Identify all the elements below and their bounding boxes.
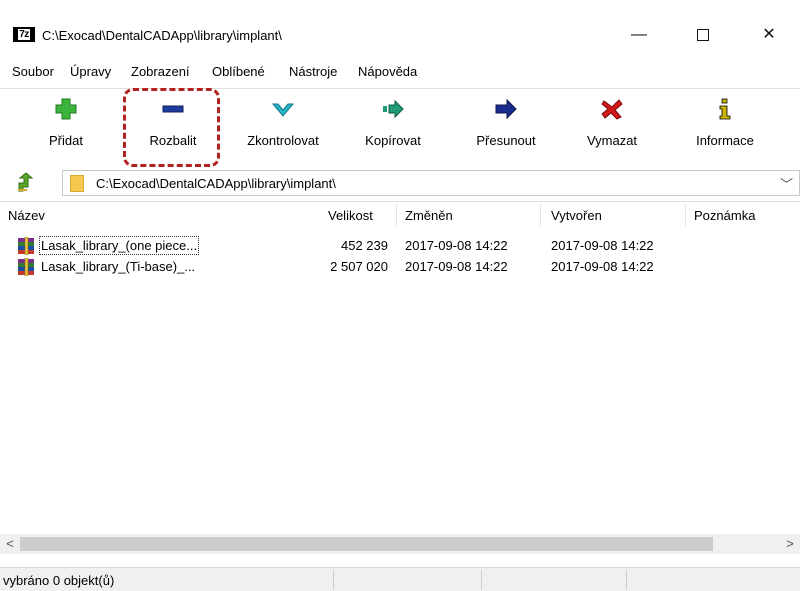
column-header-comment[interactable]: Poznámka [694,208,755,223]
file-row[interactable]: Lasak_library_(one piece... 452 239 2017… [0,236,690,257]
menu-item-upravy[interactable]: Úpravy [70,64,111,79]
info-button-label: Informace [696,133,754,148]
file-name: Lasak_library_(Ti-base)_... [41,259,196,274]
column-header-size[interactable]: Velikost [328,208,373,223]
folder-icon [70,175,84,192]
status-bar: vybráno 0 objekt(ů) [0,567,800,591]
file-created: 2017-09-08 14:22 [551,238,654,253]
maximize-icon [697,28,709,41]
close-button[interactable]: ✕ [746,20,792,50]
info-button[interactable]: Informace [678,89,772,157]
column-divider[interactable] [396,204,397,226]
extract-highlight-annotation [123,88,220,167]
delete-icon [601,99,623,120]
add-button[interactable]: Přidat [36,89,96,157]
address-bar: C:\Exocad\DentalCADApp\library\implant\ … [0,170,800,196]
scroll-left-button[interactable]: < [0,534,20,554]
test-button[interactable]: Zkontrolovat [230,89,336,157]
menu-item-zobrazeni[interactable]: Zobrazení [131,64,190,79]
status-text: vybráno 0 objekt(ů) [3,573,115,588]
file-name: Lasak_library_(one piece... [38,236,200,255]
minimize-button[interactable]: — [616,20,662,50]
status-divider [626,570,627,590]
delete-button[interactable]: Vymazat [570,89,654,157]
chevron-down-icon[interactable]: ﹀ [780,174,793,193]
toolbar: Přidat Rozbalit Zkontrolovat Kopírovat P… [0,88,800,158]
address-path: C:\Exocad\DentalCADApp\library\implant\ [96,176,336,191]
status-divider [333,570,334,590]
maximize-button[interactable] [680,20,726,50]
add-icon [55,98,77,120]
test-icon [271,103,295,117]
delete-button-label: Vymazat [586,133,638,148]
column-header-name[interactable]: Název [8,208,45,223]
test-button-label: Zkontrolovat [247,133,319,148]
menu-bar: Soubor Úpravy Zobrazení Oblíbené Nástroj… [0,60,800,84]
menu-item-nastroje[interactable]: Nástroje [289,64,337,79]
title-bar: 7z C:\Exocad\DentalCADApp\library\implan… [0,0,800,58]
archive-file-icon [18,258,34,276]
column-header-created[interactable]: Vytvořen [551,208,602,223]
address-field[interactable]: C:\Exocad\DentalCADApp\library\implant\ … [62,170,800,196]
column-divider[interactable] [540,204,541,226]
file-list: Název Velikost Změněn Vytvořen Poznámka … [0,201,800,528]
copy-button-label: Kopírovat [365,133,421,148]
column-header-modified[interactable]: Změněn [405,208,453,223]
horizontal-scrollbar[interactable]: < > [0,534,800,554]
file-created: 2017-09-08 14:22 [551,259,654,274]
file-size: 452 239 [341,238,388,253]
column-divider[interactable] [685,204,686,226]
archive-file-icon [18,237,34,255]
move-button[interactable]: Přesunout [458,89,554,157]
window-title: C:\Exocad\DentalCADApp\library\implant\ [42,28,282,43]
menu-item-napoveda[interactable]: Nápověda [358,64,417,79]
scroll-right-button[interactable]: > [780,534,800,554]
up-folder-icon[interactable] [16,172,36,192]
file-modified: 2017-09-08 14:22 [405,259,508,274]
add-button-label: Přidat [49,133,83,148]
move-icon [495,98,517,120]
copy-button[interactable]: Kopírovat [350,89,436,157]
menu-item-oblibene[interactable]: Oblíbené [212,64,265,79]
menu-item-soubor[interactable]: Soubor [12,64,54,79]
copy-icon [383,99,404,119]
file-modified: 2017-09-08 14:22 [405,238,508,253]
status-divider [481,570,482,590]
app-logo-icon: 7z [13,27,35,42]
move-button-label: Přesunout [476,133,536,148]
file-size: 2 507 020 [330,259,388,274]
file-row[interactable]: Lasak_library_(Ti-base)_... 2 507 020 20… [0,257,690,278]
info-icon [719,98,731,120]
scrollbar-thumb[interactable] [20,537,713,551]
